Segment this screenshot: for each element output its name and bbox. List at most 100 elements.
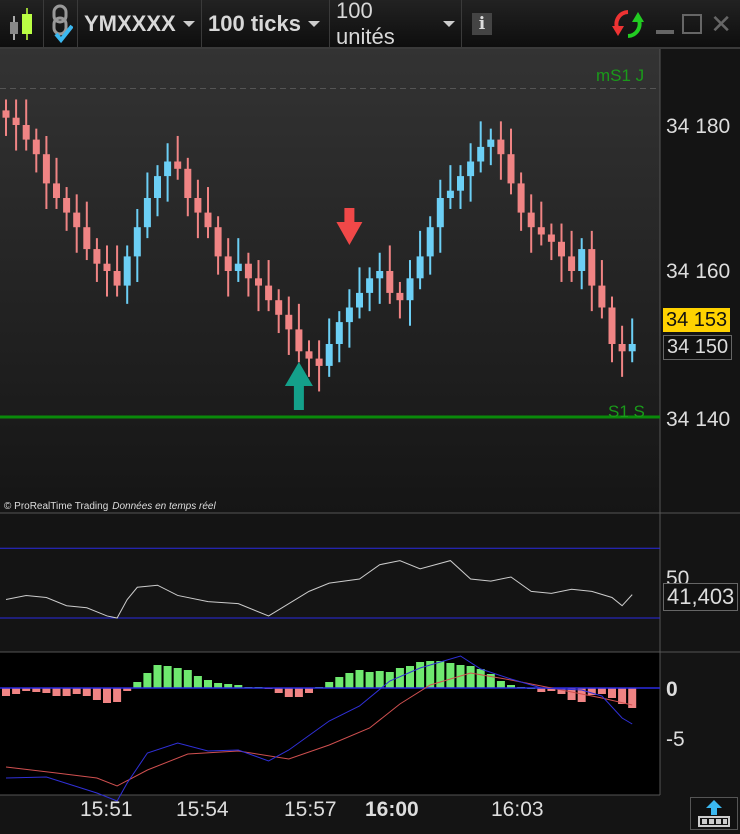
candle-body [477,146,485,162]
candle-body [426,227,434,257]
level-label-s1s: S1 S [608,402,645,421]
candle-body [568,256,576,271]
candle-body [123,256,131,286]
candle-body [285,314,293,330]
candle-body [214,227,222,257]
time-tick: 16:00 [365,798,419,821]
symbol-label: YMXXXX [84,10,176,36]
macd-histogram-bar [597,688,606,694]
macd-histogram-bar [62,688,71,696]
macd-histogram-bar [355,670,364,688]
candle-body [295,329,303,352]
macd-histogram-bar [446,663,455,688]
candle-body [32,139,40,155]
maximize-icon[interactable] [682,14,703,34]
units-dropdown[interactable]: 100 unités [330,0,462,49]
candle-body [598,285,606,308]
candle-body [63,198,71,213]
chevron-down-icon [307,20,320,27]
candle-body [547,234,555,242]
close-icon[interactable]: ✕ [710,11,732,37]
candle-body [22,125,30,140]
macd-histogram-bar [608,688,616,698]
macd-histogram-bar [193,676,202,688]
chevron-down-icon [443,20,455,27]
candle-body [527,212,535,228]
rsi-value-tag: 41,403 [663,583,739,611]
rsi-panel [0,547,660,619]
info-icon[interactable]: i [472,12,492,35]
candle-body [376,271,384,279]
macd-histogram-bar [335,677,344,688]
candle-body [234,263,242,271]
candle-body [457,176,464,191]
macd-histogram-bar [325,682,334,688]
macd-histogram-bar [436,661,445,688]
refresh-icon[interactable] [608,8,648,40]
candle-body [93,249,101,264]
macd-histogram-bar [204,680,212,688]
candle-body [103,263,111,271]
candle-body [53,183,60,198]
link-button[interactable] [44,0,78,47]
candle-body [224,256,232,271]
candle-body [366,278,374,293]
candlestick-icon [10,7,32,40]
chart-type-button[interactable] [0,0,44,47]
macd-histogram-bar [406,666,414,688]
realtime-label: Données en temps réel [112,501,216,512]
macd-histogram-bar [2,688,10,696]
macd-histogram-bar [163,666,172,688]
candle-body [305,351,313,359]
candle-body [396,292,404,301]
candle-body [406,278,414,301]
macd-histogram-bar [476,669,485,688]
macd-tick: 0 [666,678,678,701]
candle-body [356,292,363,308]
expand-panel-button[interactable] [690,797,738,830]
candle-body [467,161,475,177]
candle-body [315,358,323,366]
candle-body [133,227,141,257]
price-tick: 34 160 [666,260,730,283]
candle-body [507,154,515,184]
link-check-icon [52,4,73,43]
candle-body [143,198,151,228]
candle-body [558,241,565,257]
candle-body [154,176,161,198]
candle-body [487,139,495,147]
symbol-dropdown[interactable]: YMXXXX [78,0,202,47]
chevron-down-icon [182,20,195,27]
candle-body [608,307,616,344]
macd-histogram-bar [52,688,61,696]
time-tick: 15:57 [284,798,337,821]
candle-body [83,227,91,250]
credit-label: © ProRealTime Trading [4,501,109,512]
candle-body [2,110,10,118]
candle-body [588,249,596,286]
interval-label: 100 ticks [208,10,301,36]
candle-body [194,198,202,213]
price-tick: 34 140 [666,408,730,431]
macd-histogram-bar [284,688,293,697]
time-tick: 15:54 [176,798,229,821]
candle-body [517,183,525,213]
candle-body [174,161,182,169]
macd-histogram-bar [183,670,192,688]
macd-histogram-bar [345,673,354,688]
candle-body [416,256,424,279]
candle-body [386,271,394,293]
candle-body [345,307,353,323]
macd-histogram-bar [143,673,152,688]
candle-body [164,161,172,177]
candle-body [244,263,252,279]
minimize-icon[interactable] [656,30,675,34]
candle-body [184,168,192,198]
interval-dropdown[interactable]: 100 ticks [202,0,330,47]
macd-histogram-bar [72,688,81,694]
macd-histogram-bar [173,668,182,688]
macd-histogram-bar [375,671,384,688]
candle-body [335,322,343,344]
macd-tick: -5 [666,728,685,751]
macd-histogram-bar [365,672,374,688]
